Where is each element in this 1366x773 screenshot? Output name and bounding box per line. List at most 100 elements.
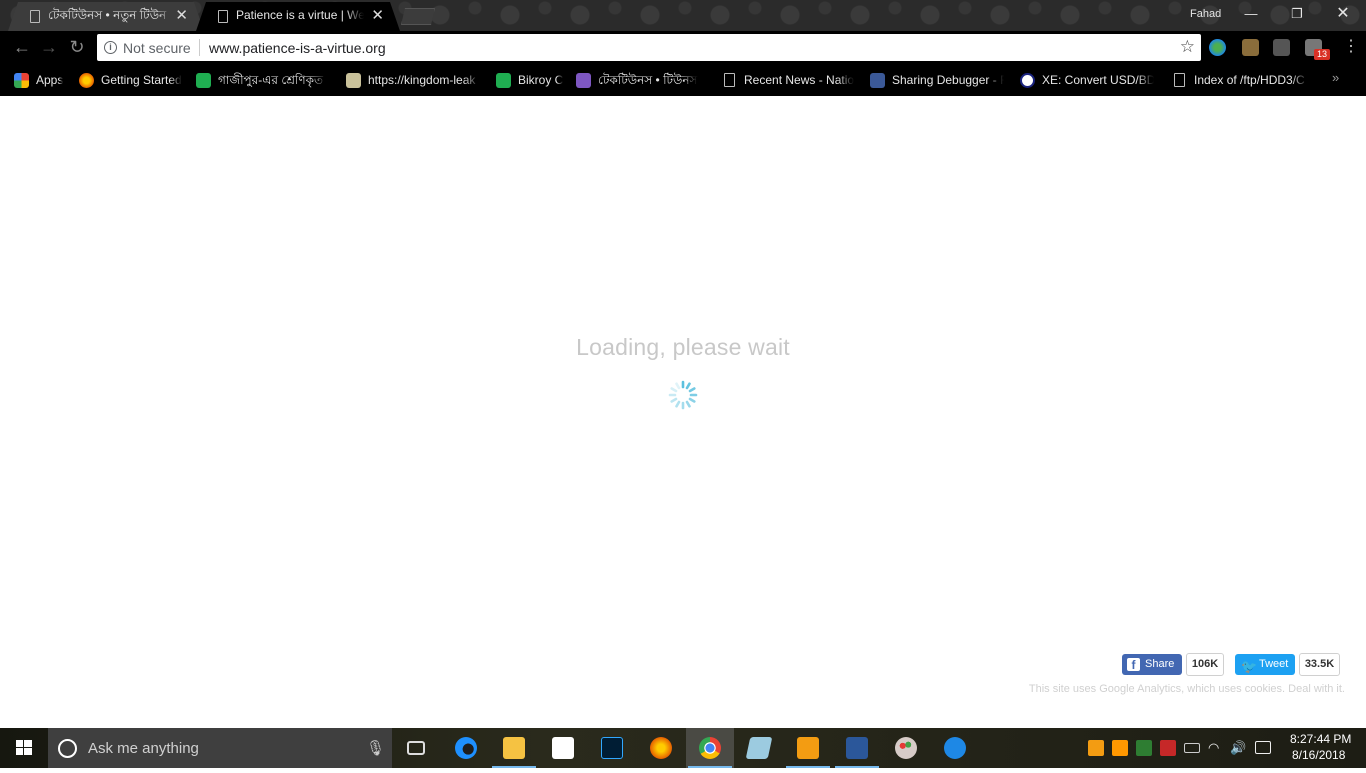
edge-icon — [455, 737, 477, 759]
clock-time[interactable]: 8:27:44 PM — [1290, 732, 1351, 746]
taskbar-edge[interactable] — [442, 728, 490, 768]
share-count: 106K — [1186, 653, 1224, 676]
notes-icon — [745, 737, 773, 759]
techtunes-icon — [576, 73, 591, 88]
start-button[interactable] — [0, 728, 48, 768]
task-view-icon — [407, 741, 425, 755]
facebook-icon — [870, 73, 885, 88]
firefox-icon — [79, 73, 94, 88]
page-icon — [724, 73, 735, 87]
taskbar-media-player[interactable] — [784, 728, 832, 768]
bookmark-ftp-index[interactable]: Index of /ftp/HDD3/C — [1172, 70, 1312, 90]
security-label[interactable]: Not secure — [123, 40, 191, 56]
taskbar-notes[interactable] — [735, 728, 783, 768]
restore-icon[interactable]: ❐ — [1286, 5, 1308, 23]
tweet-button[interactable]: 🐦 Tweet — [1235, 654, 1295, 675]
minimize-icon[interactable]: — — [1240, 5, 1262, 23]
extension-camera-icon[interactable] — [1273, 39, 1290, 56]
bookmark-apps[interactable]: Apps — [14, 70, 74, 90]
taskbar-paint[interactable] — [882, 728, 930, 768]
cortana-icon — [58, 739, 77, 758]
adobe-icon[interactable] — [1160, 740, 1176, 756]
extension-badge: 13 — [1314, 49, 1331, 60]
castle-icon — [346, 73, 361, 88]
bookmark-getting-started[interactable]: Getting Started — [79, 70, 189, 90]
tab-patience[interactable]: Patience is a virtue | Welc ✕ — [196, 2, 400, 31]
tweet-count: 33.5K — [1299, 653, 1340, 676]
page-icon — [1174, 73, 1185, 87]
star-icon[interactable]: ☆ — [1180, 37, 1195, 57]
close-icon[interactable]: ✕ — [371, 2, 384, 29]
profile-name[interactable]: Fahad — [1190, 8, 1221, 20]
battery-icon[interactable] — [1184, 743, 1200, 753]
chevron-right-icon[interactable]: » — [1332, 70, 1339, 85]
microphone-icon[interactable]: 🎙 — [366, 739, 385, 757]
tweet-label: Tweet — [1259, 658, 1289, 670]
taskbar-store[interactable] — [539, 728, 587, 768]
taskbar-vpn[interactable] — [931, 728, 979, 768]
tab-title: টেকটিউনস • নতুন টিউন — [48, 8, 167, 22]
tab-techtunes[interactable]: টেকটিউনস • নতুন টিউন ✕ — [8, 2, 204, 31]
taskbar-firefox[interactable] — [637, 728, 685, 768]
new-tab-button[interactable] — [401, 8, 435, 25]
bikroy-icon — [496, 73, 511, 88]
address-bar[interactable]: i Not secure www.patience-is-a-virtue.or… — [97, 34, 1201, 61]
bookmark-recent-news[interactable]: Recent News - Natior — [722, 70, 858, 90]
bookmark-kingdom-leak[interactable]: https://kingdom-leak — [346, 70, 484, 90]
facebook-icon: f — [1127, 658, 1140, 672]
extension-mail-icon[interactable] — [1242, 39, 1259, 56]
store-bag-icon — [552, 737, 574, 759]
share-label: Share — [1145, 658, 1175, 670]
xe-icon — [1020, 73, 1035, 88]
twitter-bird-icon: 🐦 — [1241, 659, 1258, 674]
clock-date[interactable]: 8/16/2018 — [1292, 748, 1345, 762]
close-window-icon[interactable]: ✕ — [1332, 5, 1354, 23]
task-view-button[interactable] — [392, 728, 440, 768]
browser-toolbar: ← → ↻ i Not secure www.patience-is-a-vir… — [0, 31, 1366, 64]
facebook-share-button[interactable]: f Share — [1122, 654, 1182, 675]
folder-icon — [503, 737, 525, 759]
tab-title: Patience is a virtue | Welc — [236, 8, 364, 22]
spinner-icon — [668, 380, 698, 410]
back-arrow-icon[interactable]: ← — [11, 37, 33, 57]
paint-palette-icon — [895, 737, 917, 759]
windows-logo-icon — [16, 740, 32, 755]
page-icon — [30, 10, 40, 23]
bookmark-bikroy[interactable]: Bikroy C — [496, 70, 566, 90]
taskbar-word[interactable] — [833, 728, 881, 768]
cortana-search-box[interactable]: Ask me anything 🎙 — [48, 728, 392, 768]
bookmark-xe-convert[interactable]: XE: Convert USD/BDT — [1020, 70, 1158, 90]
volume-icon[interactable]: 🔊 — [1230, 740, 1246, 756]
photoshop-icon — [601, 737, 623, 759]
tray-app-icon[interactable] — [1136, 740, 1152, 756]
word-icon — [846, 737, 868, 759]
action-center-icon[interactable] — [1255, 741, 1271, 754]
apps-grid-icon — [14, 73, 29, 88]
taskbar-chrome[interactable] — [686, 728, 734, 768]
page-content: Loading, please wait f Share 106K 🐦 Twee… — [0, 96, 1366, 728]
bookmark-sharing-debugger[interactable]: Sharing Debugger - F — [870, 70, 1008, 90]
cookie-notice: This site uses Google Analytics, which u… — [1028, 683, 1345, 695]
info-icon[interactable]: i — [104, 41, 117, 54]
media-player-icon — [797, 737, 819, 759]
taskbar-photoshop[interactable] — [588, 728, 636, 768]
search-placeholder: Ask me anything — [88, 740, 199, 757]
forward-arrow-icon[interactable]: → — [38, 37, 60, 57]
url-text[interactable]: www.patience-is-a-virtue.org — [209, 40, 386, 56]
vpn-icon — [944, 737, 966, 759]
divider — [199, 39, 200, 56]
loading-message: Loading, please wait — [576, 334, 790, 360]
tray-app-icon[interactable] — [1088, 740, 1104, 756]
browser-tab-strip: টেকটিউনস • নতুন টিউন ✕ Patience is a vir… — [0, 0, 1366, 31]
chrome-icon — [699, 737, 721, 759]
wifi-icon[interactable]: ◠ — [1208, 740, 1224, 756]
extension-globe-icon[interactable] — [1209, 39, 1226, 56]
bookmark-gazipur[interactable]: গাজীপুর-এর শ্রেণিকৃত — [196, 70, 332, 90]
menu-icon[interactable]: ⋮ — [1340, 37, 1362, 57]
close-icon[interactable]: ✕ — [175, 2, 188, 29]
bikroy-icon — [196, 73, 211, 88]
tray-app-icon[interactable] — [1112, 740, 1128, 756]
bookmark-techtunes[interactable]: টেকটিউনস • টিউনস — [576, 70, 712, 90]
reload-icon[interactable]: ↻ — [66, 37, 88, 57]
taskbar-file-explorer[interactable] — [490, 728, 538, 768]
